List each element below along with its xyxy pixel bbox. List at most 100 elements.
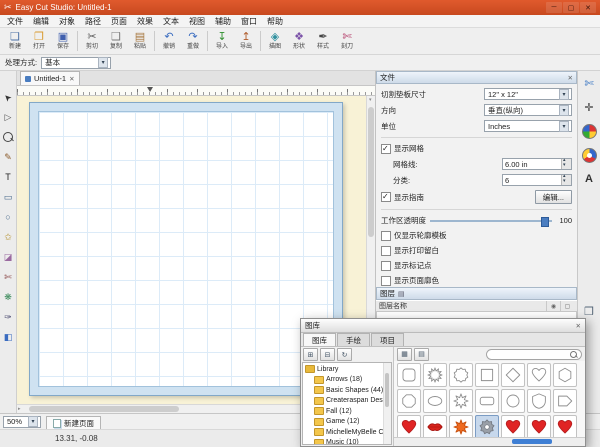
refresh-button[interactable]: ↻ bbox=[337, 348, 352, 361]
close-library-icon[interactable] bbox=[576, 321, 581, 330]
document-tab[interactable]: Untitled-1 bbox=[20, 71, 80, 85]
library-tab[interactable]: 图库 bbox=[303, 333, 336, 346]
cutter-icon[interactable]: ✄ bbox=[581, 75, 597, 91]
close-panel-icon[interactable] bbox=[568, 73, 573, 82]
paste-button[interactable]: ▤粘贴 bbox=[128, 31, 152, 51]
eyedropper-tool[interactable]: ✑ bbox=[0, 309, 16, 325]
shape-heart[interactable] bbox=[553, 415, 577, 437]
stamp-tool[interactable]: ❋ bbox=[0, 289, 16, 305]
remove-folder-button[interactable]: ⊟ bbox=[320, 348, 335, 361]
node-edit-tool[interactable]: ▷ bbox=[0, 109, 16, 125]
menu-item[interactable]: 帮助 bbox=[262, 16, 288, 27]
shape-octagon[interactable] bbox=[397, 389, 421, 413]
maximize-button[interactable]: ▢ bbox=[563, 2, 579, 13]
shape-lips[interactable] bbox=[423, 415, 447, 437]
fill-tool[interactable]: ◧ bbox=[0, 329, 16, 345]
view-grid-large-icon[interactable]: ▤ bbox=[414, 348, 429, 361]
tree-scrollbar-thumb[interactable] bbox=[385, 373, 389, 407]
shapes-button[interactable]: ❖形状 bbox=[287, 31, 311, 51]
stepper-down-icon[interactable] bbox=[562, 164, 571, 169]
shape-circle[interactable] bbox=[501, 389, 525, 413]
display-option-checkbox[interactable] bbox=[381, 276, 391, 286]
library-folder[interactable]: Fall (12) bbox=[305, 406, 383, 417]
panel-menu-icon[interactable]: ▤ bbox=[398, 290, 405, 298]
minimize-button[interactable]: ─ bbox=[546, 2, 562, 13]
show-guides-checkbox[interactable] bbox=[381, 192, 391, 202]
shape-oval[interactable] bbox=[423, 389, 447, 413]
close-tab-icon[interactable] bbox=[69, 74, 74, 83]
copy-button[interactable]: ❑复制 bbox=[104, 31, 128, 51]
menu-item[interactable]: 窗口 bbox=[236, 16, 262, 27]
mode-select[interactable]: 基本 bbox=[41, 57, 111, 69]
library-folder[interactable]: Arrows (18) bbox=[305, 375, 383, 386]
menu-item[interactable]: 文件 bbox=[2, 16, 28, 27]
menu-item[interactable]: 对象 bbox=[54, 16, 80, 27]
cutting-mat[interactable] bbox=[29, 102, 343, 396]
ellipse-tool[interactable]: ○ bbox=[0, 209, 16, 225]
horizontal-ruler[interactable] bbox=[17, 86, 375, 96]
library-tab[interactable]: 手绘 bbox=[337, 333, 370, 346]
shape-heart[interactable] bbox=[527, 363, 551, 387]
horizontal-scrollbar-thumb[interactable] bbox=[29, 406, 179, 412]
shape-diamond[interactable] bbox=[501, 363, 525, 387]
search-input[interactable] bbox=[486, 349, 582, 360]
library-folder[interactable]: Game (12) bbox=[305, 417, 383, 428]
shape-flower[interactable] bbox=[449, 415, 473, 437]
select-tool[interactable]: ➤ bbox=[0, 89, 16, 105]
cube-icon[interactable]: ❒ bbox=[581, 303, 597, 319]
undo-button[interactable]: ↶撤销 bbox=[157, 31, 181, 51]
orientation-select[interactable]: 垂直(纵向) bbox=[484, 104, 572, 116]
tree-scrollbar[interactable] bbox=[383, 363, 391, 444]
font-style-icon[interactable]: A bbox=[581, 171, 597, 187]
display-option-checkbox[interactable] bbox=[381, 231, 391, 241]
import-button[interactable]: ↧导入 bbox=[210, 31, 234, 51]
view-grid-small-icon[interactable]: ▦ bbox=[397, 348, 412, 361]
shape-burst[interactable] bbox=[423, 363, 447, 387]
redo-button[interactable]: ↷重做 bbox=[181, 31, 205, 51]
library-title-bar[interactable]: 图库 bbox=[301, 319, 585, 333]
shape-rounded-square[interactable] bbox=[397, 363, 421, 387]
gridline-stepper[interactable]: 6.00 in bbox=[502, 158, 572, 170]
knife-button[interactable]: ✄刻刀 bbox=[335, 31, 359, 51]
library-folder[interactable]: Music (10) bbox=[305, 438, 383, 446]
close-button[interactable]: ✕ bbox=[580, 2, 596, 13]
library-folder[interactable]: Library bbox=[305, 364, 383, 375]
add-folder-button[interactable]: ⊞ bbox=[303, 348, 318, 361]
color-wheel-icon[interactable] bbox=[581, 147, 597, 163]
slider-handle[interactable] bbox=[541, 217, 549, 227]
shape-scallop[interactable] bbox=[449, 363, 473, 387]
menu-item[interactable]: 页面 bbox=[106, 16, 132, 27]
workspace-alpha-slider[interactable] bbox=[430, 216, 552, 226]
vertical-scrollbar-thumb[interactable] bbox=[368, 107, 374, 237]
new-button[interactable]: ❏新建 bbox=[3, 31, 27, 51]
menu-item[interactable]: 文本 bbox=[158, 16, 184, 27]
menu-item[interactable]: 视图 bbox=[184, 16, 210, 27]
rect-tool[interactable]: ▭ bbox=[0, 189, 16, 205]
menu-item[interactable]: 效果 bbox=[132, 16, 158, 27]
cut-button[interactable]: ✂剪切 bbox=[80, 31, 104, 51]
shape-rounded-rect[interactable] bbox=[475, 389, 499, 413]
zoom-select[interactable]: 50% bbox=[3, 416, 41, 428]
shape-heart[interactable] bbox=[527, 415, 551, 437]
mat-size-select[interactable]: 12" x 12" bbox=[484, 88, 572, 100]
library-folder[interactable]: Createraspan Des... bbox=[305, 396, 383, 407]
eraser-tool[interactable]: ◪ bbox=[0, 249, 16, 265]
shape-hexagon[interactable] bbox=[553, 363, 577, 387]
shape-shield[interactable] bbox=[527, 389, 551, 413]
shape-gear[interactable] bbox=[475, 415, 499, 437]
display-option-checkbox[interactable] bbox=[381, 261, 391, 271]
styles-button[interactable]: ✒样式 bbox=[311, 31, 335, 51]
trace-button[interactable]: ◈描图 bbox=[263, 31, 287, 51]
shape-flower[interactable] bbox=[449, 389, 473, 413]
menu-item[interactable]: 路径 bbox=[80, 16, 106, 27]
library-tab[interactable]: 项目 bbox=[371, 333, 404, 346]
library-folder[interactable]: Basic Shapes (44) bbox=[305, 385, 383, 396]
move-icon[interactable]: ✛ bbox=[581, 99, 597, 115]
pencil-tool[interactable]: ✎ bbox=[0, 149, 16, 165]
zoom-tool[interactable] bbox=[0, 129, 16, 145]
text-tool[interactable]: T bbox=[0, 169, 16, 185]
shape-tag[interactable] bbox=[553, 389, 577, 413]
shape-heart[interactable] bbox=[501, 415, 525, 437]
edit-guides-button[interactable]: 编辑... bbox=[535, 190, 572, 204]
star-tool[interactable]: ✩ bbox=[0, 229, 16, 245]
